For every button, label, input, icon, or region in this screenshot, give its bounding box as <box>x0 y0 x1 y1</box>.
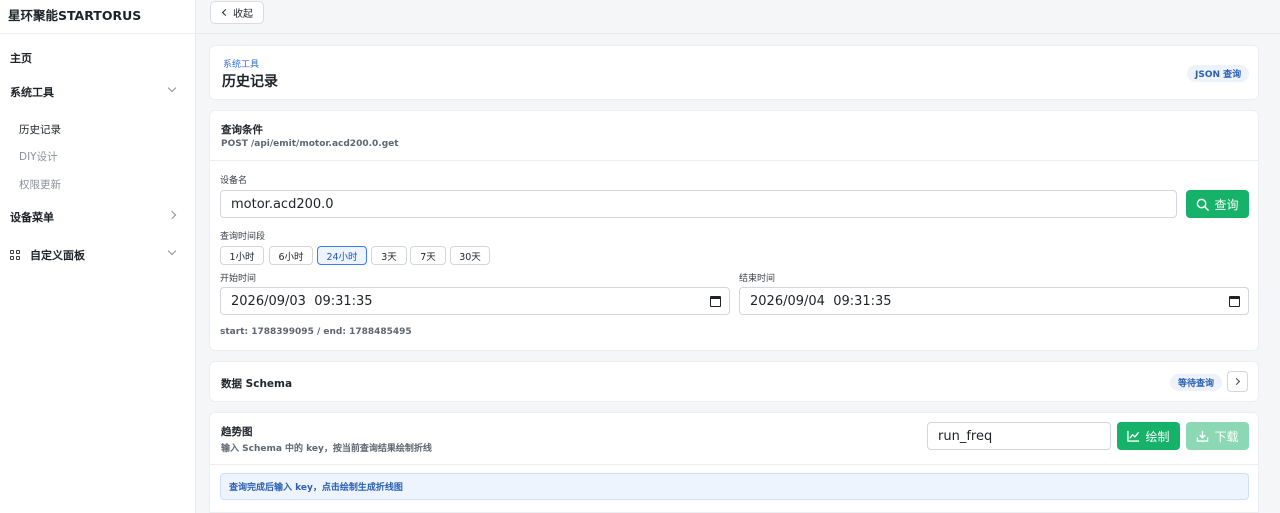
range-chip-30d[interactable]: 30天 <box>450 246 490 265</box>
trend-subtitle: 输入 Schema 中的 key，按当前查询结果绘制折线 <box>221 444 432 454</box>
sidebar-item-system-tools[interactable]: 系统工具 <box>0 78 195 106</box>
draw-button-label: 绘制 <box>1145 429 1170 444</box>
end-time-value: 2026/09/04 09:31:35 <box>750 293 892 309</box>
download-button-label: 下载 <box>1214 429 1239 444</box>
trend-hint: 查询完成后输入 key，点击绘制生成折线图 <box>220 473 1249 500</box>
sidebar-item-label: 主页 <box>10 52 32 65</box>
json-query-button[interactable]: JSON 查询 <box>1187 65 1250 82</box>
chevron-down-icon <box>167 246 177 256</box>
end-time-input[interactable]: 2026/09/04 09:31:35 <box>739 287 1249 315</box>
schema-card[interactable]: 数据 Schema 等待查询 <box>209 361 1259 402</box>
range-chip-1h[interactable]: 1小时 <box>220 246 264 265</box>
collapse-button[interactable]: 收起 <box>210 1 264 24</box>
chevron-left-icon <box>221 8 230 17</box>
sidebar-item-label: DIY设计 <box>19 150 58 163</box>
sidebar: 星环聚能STARTORUS 主页 系统工具 历史记录 DIY设计 权限更新 设备… <box>0 0 196 513</box>
chevron-right-icon <box>1232 377 1241 386</box>
page-title: 历史记录 <box>222 74 278 90</box>
download-button[interactable]: 下载 <box>1186 422 1249 450</box>
trend-key-input[interactable]: run_freq <box>927 422 1111 450</box>
sidebar-item-device-menu[interactable]: 设备菜单 <box>0 203 195 231</box>
device-name-label: 设备名 <box>220 176 248 186</box>
query-button[interactable]: 查询 <box>1186 190 1249 218</box>
chevron-down-icon <box>167 83 177 93</box>
time-range-label: 查询时间段 <box>220 232 266 242</box>
sidebar-item-label: 自定义面板 <box>30 249 85 262</box>
breadcrumb[interactable]: 系统工具 <box>223 57 259 70</box>
download-icon <box>1197 430 1209 442</box>
sidebar-item-custom-panel[interactable]: 自定义面板 <box>0 241 195 269</box>
draw-button[interactable]: 绘制 <box>1117 422 1180 450</box>
schema-expand-button[interactable] <box>1227 371 1248 392</box>
sidebar-item-home[interactable]: 主页 <box>0 44 195 72</box>
dashboard-grid-icon <box>10 249 21 261</box>
sidebar-item-label: 系统工具 <box>10 86 54 99</box>
collapse-label: 收起 <box>233 9 253 20</box>
start-time-input[interactable]: 2026/09/03 09:31:35 <box>220 287 730 315</box>
sidebar-item-label: 历史记录 <box>19 123 61 136</box>
schema-title: 数据 Schema <box>221 378 293 390</box>
end-time-label: 结束时间 <box>739 274 776 284</box>
line-chart-icon <box>1127 430 1140 442</box>
page-header-card: 系统工具 历史记录 JSON 查询 <box>209 45 1259 100</box>
start-time-label: 开始时间 <box>220 274 257 284</box>
topbar: 收起 <box>197 0 1280 34</box>
device-name-input[interactable]: motor.acd200.0 <box>220 190 1177 218</box>
epoch-summary: start: 1788399095 / end: 1788485495 <box>220 327 412 337</box>
query-button-label: 查询 <box>1214 197 1239 212</box>
range-chip-24h[interactable]: 24小时 <box>317 246 367 265</box>
sidebar-item-label: 设备菜单 <box>10 211 54 224</box>
sidebar-item-diy[interactable]: DIY设计 <box>0 144 195 168</box>
sidebar-item-permission[interactable]: 权限更新 <box>0 172 195 196</box>
divider <box>210 160 1258 161</box>
start-time-value: 2026/09/03 09:31:35 <box>231 293 373 309</box>
trend-key-value: run_freq <box>938 428 993 444</box>
range-chip-7d[interactable]: 7天 <box>410 246 446 265</box>
chevron-right-icon <box>167 210 177 220</box>
trend-title: 趋势图 <box>221 426 253 438</box>
sidebar-item-history[interactable]: 历史记录 <box>0 117 195 141</box>
query-endpoint: POST /api/emit/motor.acd200.0.get <box>221 139 399 149</box>
schema-status-badge: 等待查询 <box>1170 374 1223 391</box>
calendar-icon[interactable] <box>1229 296 1240 307</box>
sidebar-item-label: 权限更新 <box>19 178 61 191</box>
query-section-title: 查询条件 <box>221 124 263 136</box>
range-chip-6h[interactable]: 6小时 <box>269 246 313 265</box>
divider <box>210 464 1258 465</box>
brand-title: 星环聚能STARTORUS <box>0 0 195 34</box>
search-icon <box>1197 198 1210 211</box>
calendar-icon[interactable] <box>710 296 721 307</box>
device-name-value: motor.acd200.0 <box>231 196 334 212</box>
range-chip-3d[interactable]: 3天 <box>371 246 407 265</box>
